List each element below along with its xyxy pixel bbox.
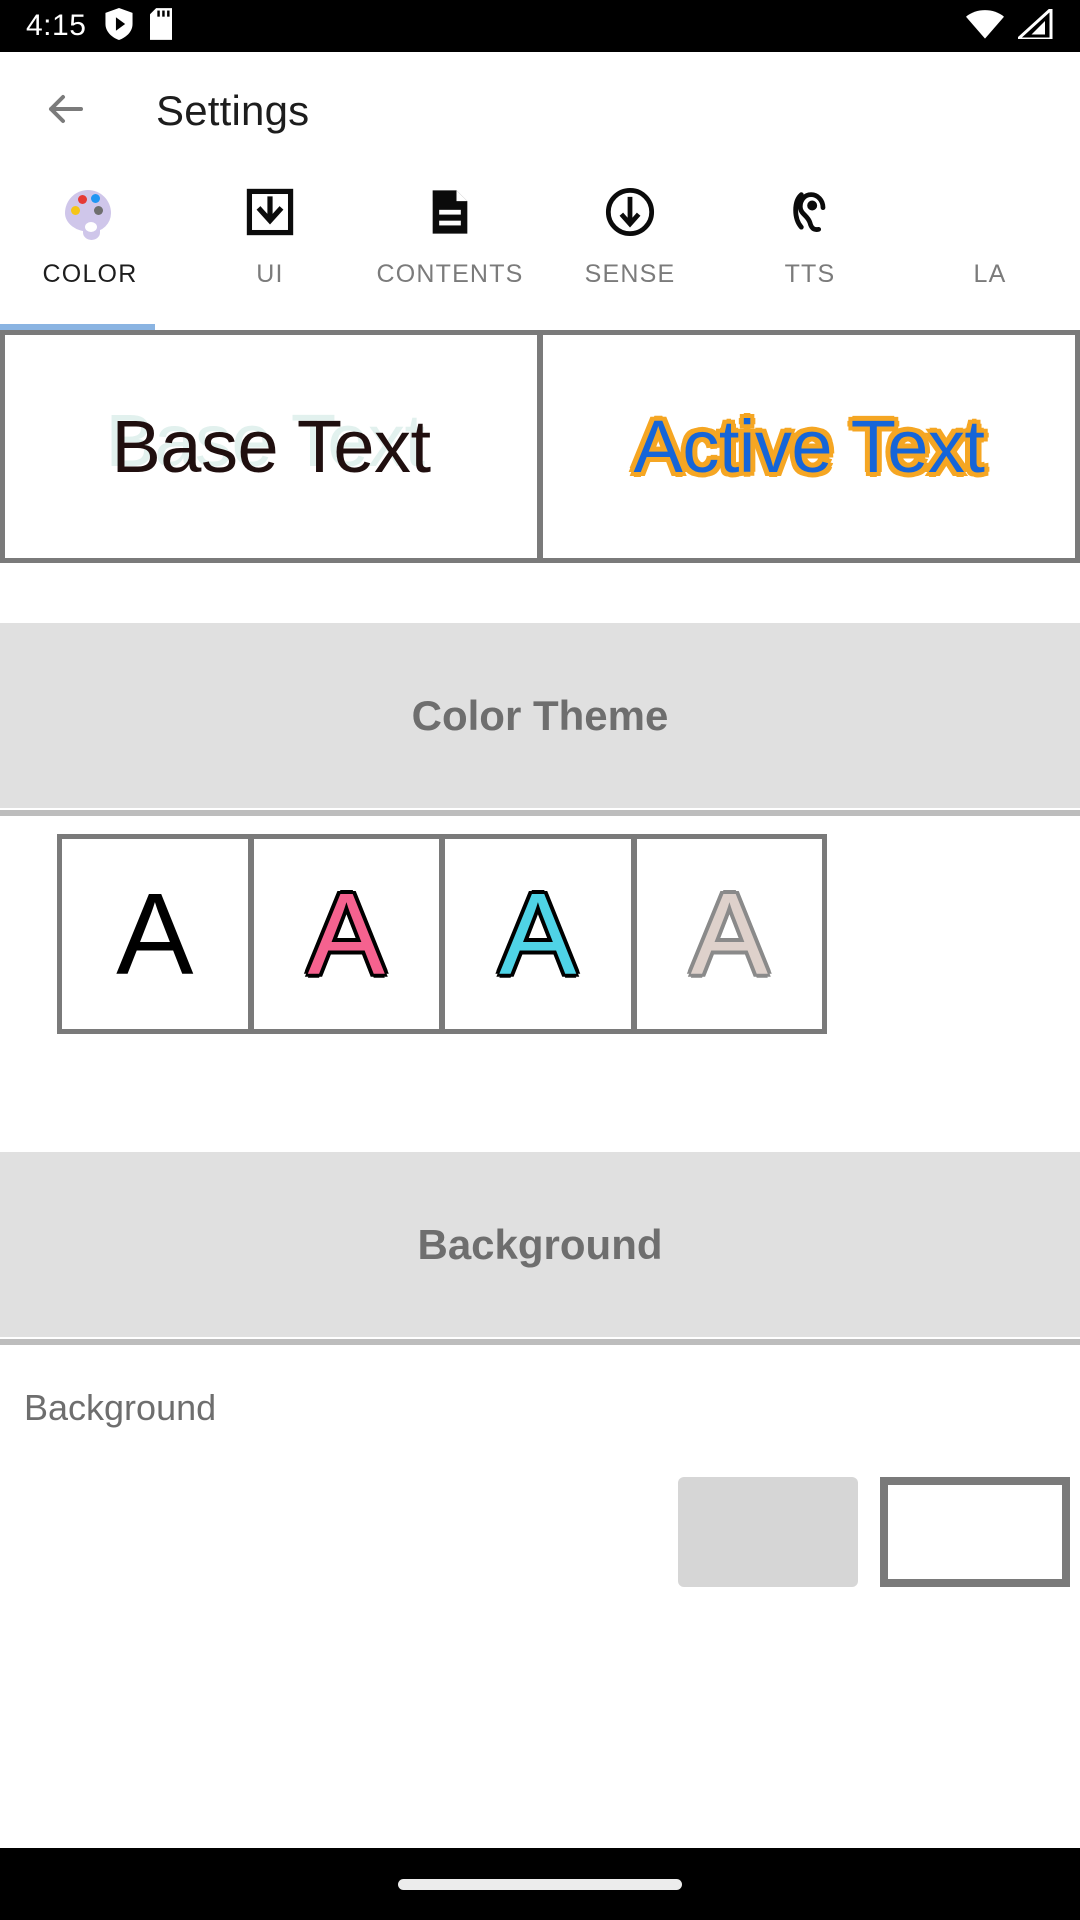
background-row-label[interactable]: Background xyxy=(0,1387,1080,1429)
background-preview-row xyxy=(0,1477,1080,1587)
color-theme-swatch-area: A A A A xyxy=(0,818,1080,1034)
base-text-sample: Base Text xyxy=(111,405,431,488)
tab-label-contents: CONTENTS xyxy=(376,260,524,288)
download-box-icon xyxy=(244,184,296,240)
arrow-down-circle-icon xyxy=(604,184,656,240)
theme-swatch-beige[interactable]: A xyxy=(636,839,822,1029)
tab-label-tts: TTS xyxy=(784,260,836,288)
back-arrow-icon xyxy=(41,85,89,138)
section-title-color-theme: Color Theme xyxy=(411,691,669,739)
tab-ui[interactable]: UI xyxy=(180,170,360,320)
swatch-letter: A xyxy=(307,869,385,999)
background-chip-white[interactable] xyxy=(880,1477,1070,1587)
status-right-icons xyxy=(966,5,1054,44)
background-settings-list: Background xyxy=(0,1347,1080,1587)
cellular-signal-icon xyxy=(1014,5,1054,44)
wifi-icon xyxy=(966,9,1004,44)
sd-card-icon xyxy=(150,7,173,45)
spacer-above-color-theme xyxy=(0,563,1080,623)
tab-color[interactable]: COLOR xyxy=(0,170,180,320)
tab-la[interactable]: LA xyxy=(900,170,1080,320)
section-header-color-theme: Color Theme xyxy=(0,623,1080,808)
tab-active-indicator xyxy=(0,324,155,330)
tab-label-ui: UI xyxy=(256,260,284,288)
divider-background xyxy=(0,1337,1080,1347)
divider-color-theme xyxy=(0,808,1080,818)
section-title-background: Background xyxy=(417,1220,663,1268)
tab-label-sense: SENSE xyxy=(584,260,676,288)
tab-bar[interactable]: COLOR UI CONTENTS SENSE TTS LA xyxy=(0,170,1080,330)
tab-label-color: COLOR xyxy=(42,260,138,288)
tab-sense[interactable]: SENSE xyxy=(540,170,720,320)
status-clock: 4:15 xyxy=(26,9,87,42)
tab-contents[interactable]: CONTENTS xyxy=(360,170,540,320)
swatch-letter: A xyxy=(690,869,768,999)
swatch-letter: A xyxy=(499,869,577,999)
spacer-above-background xyxy=(0,1034,1080,1152)
background-chip-gray[interactable] xyxy=(678,1477,858,1587)
system-navigation-bar xyxy=(0,1848,1080,1920)
swatch-letter: A xyxy=(116,869,194,999)
active-text-sample: Active Text xyxy=(633,405,985,488)
back-button[interactable] xyxy=(34,80,96,142)
tab-label-la: LA xyxy=(973,260,1007,288)
section-header-background: Background xyxy=(0,1152,1080,1337)
palette-icon xyxy=(65,184,115,240)
base-text-preview[interactable]: Base Text xyxy=(5,335,537,558)
theme-swatch-pink[interactable]: A xyxy=(253,839,439,1029)
home-gesture-pill[interactable] xyxy=(398,1878,682,1890)
theme-swatch-black[interactable]: A xyxy=(62,839,248,1029)
app-bar: Settings xyxy=(0,52,1080,170)
document-icon xyxy=(424,184,476,240)
status-bar: 4:15 xyxy=(0,0,1080,52)
page-title: Settings xyxy=(156,87,310,134)
play-protect-shield-icon xyxy=(104,7,134,45)
tab-tts[interactable]: TTS xyxy=(720,170,900,320)
text-preview-row: Base Text Active Text xyxy=(0,330,1080,563)
ear-hearing-icon xyxy=(784,184,836,240)
active-text-preview[interactable]: Active Text xyxy=(543,335,1075,558)
color-theme-swatch-row[interactable]: A A A A xyxy=(57,834,827,1034)
theme-swatch-cyan[interactable]: A xyxy=(445,839,631,1029)
status-left-icons xyxy=(104,7,173,45)
